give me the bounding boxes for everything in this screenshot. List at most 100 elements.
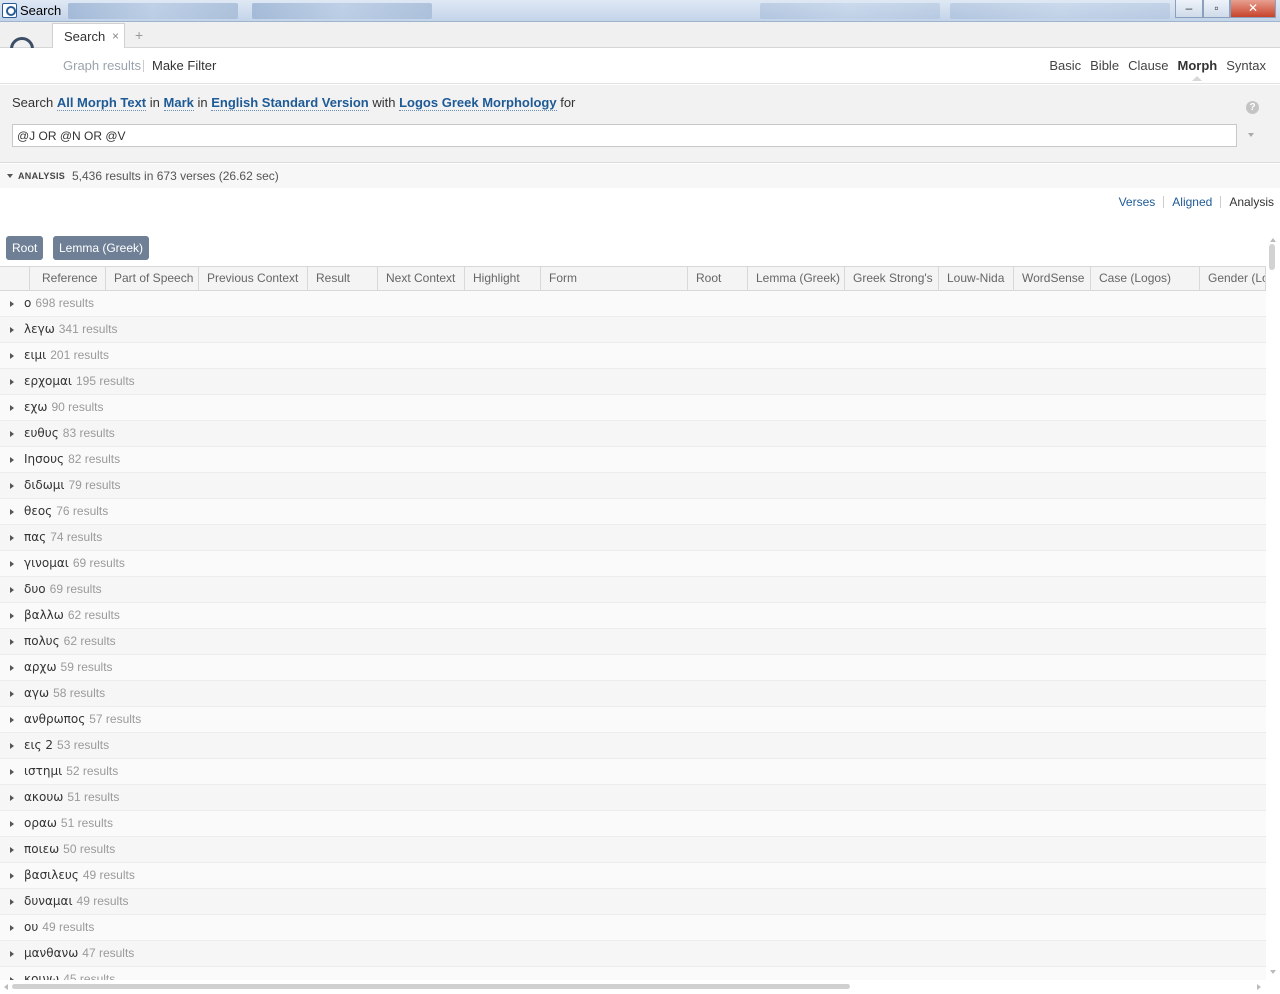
expand-triangle-icon[interactable] [10, 795, 14, 801]
column-next-context[interactable]: Next Context [378, 267, 465, 290]
result-group-row[interactable]: πας 74 results [0, 525, 1266, 551]
vertical-scrollbar[interactable] [1266, 236, 1280, 980]
result-group-row[interactable]: ποιεω 50 results [0, 837, 1266, 863]
result-group-row[interactable]: ιστημι 52 results [0, 759, 1266, 785]
result-group-row[interactable]: πολυς 62 results [0, 629, 1266, 655]
result-group-row[interactable]: ερχομαι 195 results [0, 369, 1266, 395]
view-analysis[interactable]: Analysis [1229, 195, 1274, 209]
column-case[interactable]: Case (Logos) [1091, 267, 1200, 290]
expand-triangle-icon[interactable] [10, 639, 14, 645]
version-dropdown[interactable]: English Standard Version [211, 95, 369, 111]
result-group-row[interactable]: ευθυς 83 results [0, 421, 1266, 447]
expand-triangle-icon[interactable] [10, 769, 14, 775]
result-group-row[interactable]: γινομαι 69 results [0, 551, 1266, 577]
result-group-row[interactable]: εχω 90 results [0, 395, 1266, 421]
column-lemma-greek[interactable]: Lemma (Greek) [748, 267, 845, 290]
result-group-row[interactable]: κοινω 45 results [0, 967, 1266, 980]
scope-dropdown[interactable]: All Morph Text [56, 95, 147, 111]
background-tab-4[interactable] [950, 3, 1170, 19]
expand-triangle-icon[interactable] [10, 587, 14, 593]
expand-triangle-icon[interactable] [10, 717, 14, 723]
expand-triangle-icon[interactable] [10, 509, 14, 515]
book-dropdown[interactable]: Mark [163, 95, 194, 111]
expand-triangle-icon[interactable] [10, 951, 14, 957]
column-wordsense[interactable]: WordSense [1014, 267, 1091, 290]
close-window-button[interactable]: ✕ [1230, 0, 1276, 18]
column-root[interactable]: Root [688, 267, 748, 290]
maximize-button[interactable]: ▫ [1203, 0, 1230, 18]
result-group-row[interactable]: δυο 69 results [0, 577, 1266, 603]
result-group-row[interactable]: βαλλω 62 results [0, 603, 1266, 629]
expand-triangle-icon[interactable] [10, 613, 14, 619]
column-previous-context[interactable]: Previous Context [199, 267, 308, 290]
expand-triangle-icon[interactable] [10, 743, 14, 749]
scroll-down-icon[interactable] [1270, 970, 1276, 974]
help-icon[interactable]: ? [1246, 101, 1259, 114]
expand-triangle-icon[interactable] [10, 899, 14, 905]
minimize-button[interactable]: ‒ [1175, 0, 1203, 18]
expand-triangle-icon[interactable] [10, 873, 14, 879]
result-group-row[interactable]: ειμι 201 results [0, 343, 1266, 369]
expand-triangle-icon[interactable] [10, 405, 14, 411]
view-verses[interactable]: Verses [1119, 195, 1156, 209]
expand-triangle-icon[interactable] [10, 561, 14, 567]
background-tab-2[interactable] [252, 3, 432, 19]
group-chip-root[interactable]: Root [6, 236, 44, 260]
column-part-of-speech[interactable]: Part of Speech [106, 267, 199, 290]
scroll-up-icon[interactable] [1270, 238, 1276, 242]
expand-triangle-icon[interactable] [10, 535, 14, 541]
graph-results-button[interactable]: Graph results [63, 58, 141, 73]
history-dropdown-icon[interactable] [1248, 133, 1254, 137]
background-tab-1[interactable] [68, 3, 238, 19]
result-group-row[interactable]: ανθρωπος 57 results [0, 707, 1266, 733]
mode-clause[interactable]: Clause [1128, 58, 1168, 73]
horizontal-scrollbar[interactable] [0, 980, 1266, 994]
result-group-row[interactable]: μανθανω 47 results [0, 941, 1266, 967]
result-group-row[interactable]: ακουω 51 results [0, 785, 1266, 811]
expand-triangle-icon[interactable] [10, 483, 14, 489]
scroll-right-icon[interactable] [1257, 984, 1261, 990]
expand-triangle-icon[interactable] [10, 691, 14, 697]
result-group-row[interactable]: θεος 76 results [0, 499, 1266, 525]
mode-morph[interactable]: Morph [1178, 58, 1217, 81]
expand-triangle-icon[interactable] [10, 431, 14, 437]
group-chip-lemma[interactable]: Lemma (Greek) [53, 236, 150, 260]
column-form[interactable]: Form [541, 267, 688, 290]
column-result[interactable]: Result [308, 267, 378, 290]
result-group-row[interactable]: δυναμαι 49 results [0, 889, 1266, 915]
mode-syntax[interactable]: Syntax [1226, 58, 1266, 73]
scroll-thumb[interactable] [1269, 244, 1275, 270]
column-gender[interactable]: Gender (Logos) [1200, 267, 1266, 290]
column-highlight[interactable]: Highlight [465, 267, 541, 290]
expand-triangle-icon[interactable] [10, 457, 14, 463]
result-group-row[interactable]: εις 2 53 results [0, 733, 1266, 759]
expand-triangle-icon[interactable] [10, 379, 14, 385]
expand-triangle-icon[interactable] [10, 847, 14, 853]
view-aligned[interactable]: Aligned [1172, 195, 1212, 209]
expand-triangle-icon[interactable] [10, 301, 14, 307]
tab-close-icon[interactable]: × [112, 29, 119, 43]
column-louw-nida[interactable]: Louw-Nida [939, 267, 1014, 290]
morphology-dropdown[interactable]: Logos Greek Morphology [399, 95, 557, 111]
column-reference[interactable]: Reference [34, 267, 106, 290]
expand-triangle-icon[interactable] [10, 327, 14, 333]
add-tab-icon[interactable]: + [135, 27, 143, 43]
result-group-row[interactable]: οραω 51 results [0, 811, 1266, 837]
result-group-row[interactable]: βασιλευς 49 results [0, 863, 1266, 889]
search-input[interactable] [12, 124, 1237, 147]
tab-search[interactable]: Search × [52, 23, 125, 49]
expand-triangle-icon[interactable] [10, 925, 14, 931]
expand-triangle-icon[interactable] [10, 821, 14, 827]
mode-bible[interactable]: Bible [1090, 58, 1119, 73]
result-group-row[interactable]: διδωμι 79 results [0, 473, 1266, 499]
result-group-row[interactable]: Ιησους 82 results [0, 447, 1266, 473]
result-group-row[interactable]: ο 698 results [0, 291, 1266, 317]
result-group-row[interactable]: λεγω 341 results [0, 317, 1266, 343]
column-greek-strongs[interactable]: Greek Strong's [845, 267, 939, 290]
result-group-row[interactable]: ου 49 results [0, 915, 1266, 941]
result-group-row[interactable]: αγω 58 results [0, 681, 1266, 707]
analysis-header[interactable]: ANALYSIS 5,436 results in 673 verses (26… [0, 164, 1280, 188]
result-group-row[interactable]: αρχω 59 results [0, 655, 1266, 681]
scroll-left-icon[interactable] [4, 984, 8, 990]
expand-triangle-icon[interactable] [10, 665, 14, 671]
